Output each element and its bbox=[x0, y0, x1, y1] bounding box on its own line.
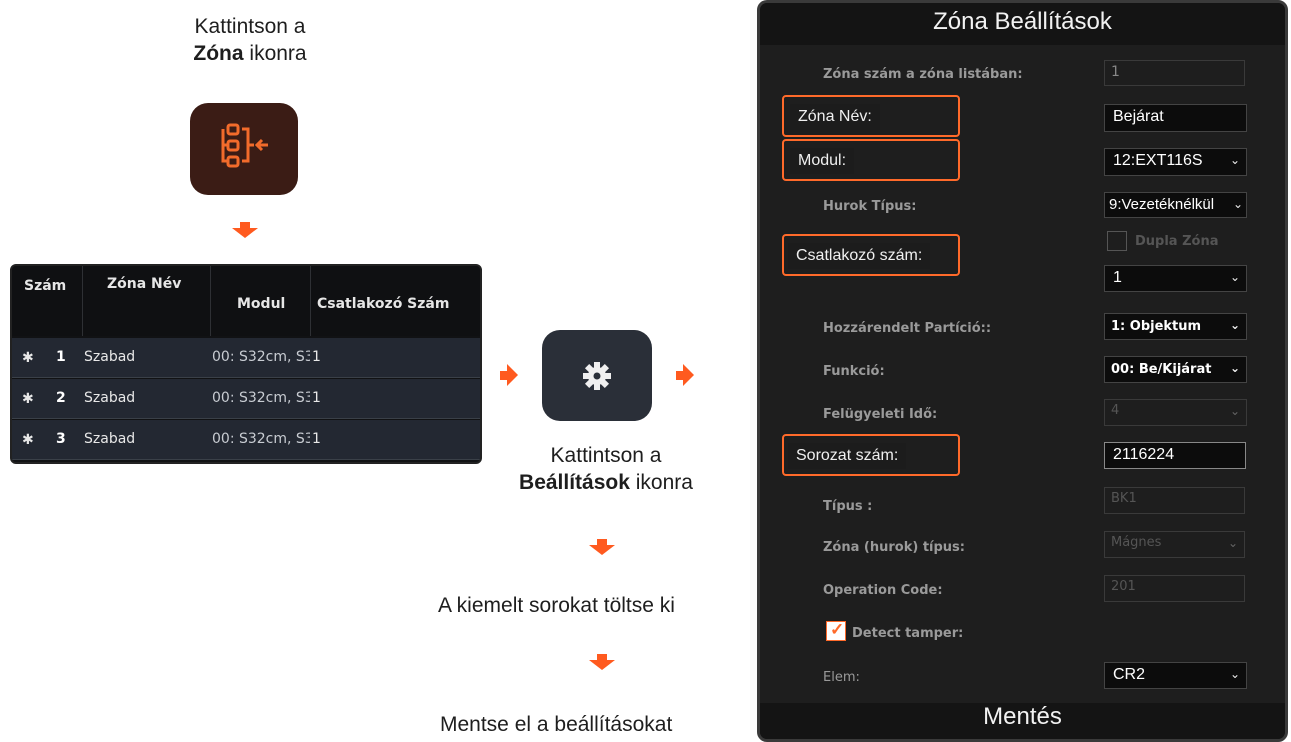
divider bbox=[310, 266, 311, 336]
detect-tamper-label: Detect tamper: bbox=[852, 626, 964, 641]
zone-number-label: Zóna szám a zóna listában: bbox=[823, 67, 1023, 82]
loop-type-value: 9:Vezetéknélkül bbox=[1109, 196, 1215, 213]
checkmark-icon: ✓ bbox=[830, 620, 845, 639]
header-csatlakozo: Csatlakozó Szám bbox=[317, 296, 450, 312]
row-modul: 00: S32cm, S32 bbox=[212, 431, 310, 447]
header-modul: Modul bbox=[237, 296, 286, 312]
function-label: Funkció: bbox=[823, 364, 885, 379]
partition-value: 1: Objektum bbox=[1111, 319, 1202, 334]
operation-code-label: Operation Code: bbox=[823, 583, 943, 598]
supervision-select[interactable]: 4 ⌄ bbox=[1104, 399, 1247, 426]
battery-select[interactable]: CR2 ⌄ bbox=[1104, 662, 1247, 689]
row-name: Szabad bbox=[84, 349, 136, 365]
supervision-label: Felügyeleti Idő: bbox=[823, 407, 938, 422]
double-zone-label: Dupla Zóna bbox=[1135, 234, 1219, 249]
row-modul: 00: S32cm, S32 bbox=[212, 349, 310, 365]
step1-line1: Kattintson a bbox=[194, 15, 306, 38]
save-button[interactable]: Mentés bbox=[760, 703, 1285, 731]
row-number: 2 bbox=[56, 390, 66, 406]
step2-line1: Kattintson a bbox=[550, 444, 662, 467]
table-row[interactable]: ✱ 3 Szabad 00: S32cm, S32 1 bbox=[12, 420, 480, 460]
loop-type-label: Hurok Típus: bbox=[823, 199, 917, 214]
connector-label: Csatlakozó szám: bbox=[788, 243, 931, 269]
connector-value: 1 bbox=[1113, 269, 1122, 286]
table-row[interactable]: ✱ 1 Szabad 00: S32cm, S32 1 bbox=[12, 338, 480, 378]
chevron-down-icon: ⌄ bbox=[1229, 270, 1240, 284]
zone-loop-type-value: Mágnes bbox=[1111, 535, 1162, 550]
gear-icon bbox=[583, 361, 611, 390]
row-name: Szabad bbox=[84, 390, 136, 406]
divider bbox=[210, 266, 211, 336]
double-zone-checkbox[interactable] bbox=[1107, 231, 1127, 251]
panel-title: Zóna Beállítások bbox=[933, 8, 1112, 35]
partition-select[interactable]: 1: Objektum ⌄ bbox=[1104, 313, 1247, 340]
step2-rest: ikonra bbox=[629, 471, 693, 494]
serial-label: Sorozat szám: bbox=[788, 443, 907, 469]
connector-select[interactable]: 1 ⌄ bbox=[1104, 265, 1247, 292]
step1-rest: ikonra bbox=[243, 42, 307, 65]
serial-input[interactable]: 2116224 bbox=[1104, 442, 1246, 469]
operation-code-field[interactable]: 201 bbox=[1104, 575, 1245, 602]
chevron-down-icon: ⌄ bbox=[1229, 318, 1240, 332]
row-number: 3 bbox=[56, 431, 66, 447]
step2-caption: Kattintson a Beállítások ikonra bbox=[488, 442, 724, 496]
detect-tamper-checkbox[interactable]: ✓ bbox=[826, 620, 846, 641]
zone-name-label: Zóna Név: bbox=[790, 104, 880, 130]
row-connector: 1 bbox=[312, 390, 321, 406]
header-zona-nev: Zóna Név bbox=[107, 276, 182, 292]
zone-hierarchy-arrow-icon bbox=[221, 123, 268, 168]
divider bbox=[82, 266, 83, 336]
step1-bold: Zóna bbox=[193, 42, 244, 65]
settings-icon-button[interactable] bbox=[542, 330, 652, 421]
type-field[interactable]: BK1 bbox=[1104, 487, 1245, 514]
row-connector: 1 bbox=[312, 431, 321, 447]
row-modul: 00: S32cm, S32 bbox=[212, 390, 310, 406]
step2-line2: Beállítások ikonra bbox=[488, 469, 724, 496]
module-select[interactable]: 12:EXT116S ⌄ bbox=[1104, 148, 1247, 176]
zone-table: Szám Zóna Név Modul Csatlakozó Szám ✱ 1 … bbox=[10, 264, 482, 464]
step1-caption: Kattintson a Zóna ikonra bbox=[150, 13, 350, 67]
step3-caption: A kiemelt sorokat töltse ki bbox=[438, 594, 675, 617]
step1-line2: Zóna ikonra bbox=[150, 40, 350, 67]
table-row[interactable]: ✱ 2 Szabad 00: S32cm, S32 1 bbox=[12, 379, 480, 419]
gear-icon[interactable]: ✱ bbox=[22, 391, 34, 407]
chevron-down-icon: ⌄ bbox=[1229, 361, 1240, 375]
loop-type-select[interactable]: 9:Vezetéknélkül ⌄ bbox=[1104, 192, 1247, 218]
arrow-down-icon bbox=[228, 222, 262, 238]
zone-icon-button[interactable] bbox=[190, 103, 298, 195]
battery-label: Elem: bbox=[823, 670, 860, 685]
zone-number-field[interactable]: 1 bbox=[1104, 60, 1245, 86]
chevron-down-icon: ⌄ bbox=[1227, 536, 1238, 550]
header-szam: Szám bbox=[24, 278, 67, 294]
function-select[interactable]: 00: Be/Kijárat ⌄ bbox=[1104, 356, 1247, 383]
row-name: Szabad bbox=[84, 431, 136, 447]
gear-icon[interactable]: ✱ bbox=[22, 350, 34, 366]
arrow-down-icon bbox=[585, 654, 619, 670]
chevron-down-icon: ⌄ bbox=[1229, 404, 1240, 418]
function-value: 00: Be/Kijárat bbox=[1111, 362, 1212, 377]
chevron-down-icon: ⌄ bbox=[1229, 153, 1240, 167]
chevron-down-icon: ⌄ bbox=[1232, 197, 1243, 211]
step2-bold: Beállítások bbox=[519, 471, 630, 494]
zone-settings-panel: Zóna Beállítások Zóna szám a zóna listáb… bbox=[757, 0, 1288, 742]
arrow-right-icon bbox=[500, 362, 518, 388]
module-value: 12:EXT116S bbox=[1113, 152, 1203, 169]
battery-value: CR2 bbox=[1113, 666, 1146, 683]
module-label: Modul: bbox=[790, 148, 855, 174]
zone-name-input[interactable]: Bejárat bbox=[1104, 104, 1247, 132]
gear-icon[interactable]: ✱ bbox=[22, 432, 34, 448]
partition-label: Hozzárendelt Partíció:: bbox=[823, 321, 992, 336]
supervision-value: 4 bbox=[1111, 403, 1120, 418]
row-number: 1 bbox=[56, 349, 66, 365]
zone-loop-type-label: Zóna (hurok) típus: bbox=[823, 540, 965, 555]
row-connector: 1 bbox=[312, 349, 321, 365]
arrow-down-icon bbox=[585, 539, 619, 555]
arrow-right-icon bbox=[676, 362, 694, 388]
step4-caption: Mentse el a beállításokat bbox=[440, 713, 673, 736]
zone-loop-type-select[interactable]: Mágnes ⌄ bbox=[1104, 531, 1245, 558]
type-label: Típus : bbox=[823, 499, 873, 514]
chevron-down-icon: ⌄ bbox=[1229, 667, 1240, 681]
